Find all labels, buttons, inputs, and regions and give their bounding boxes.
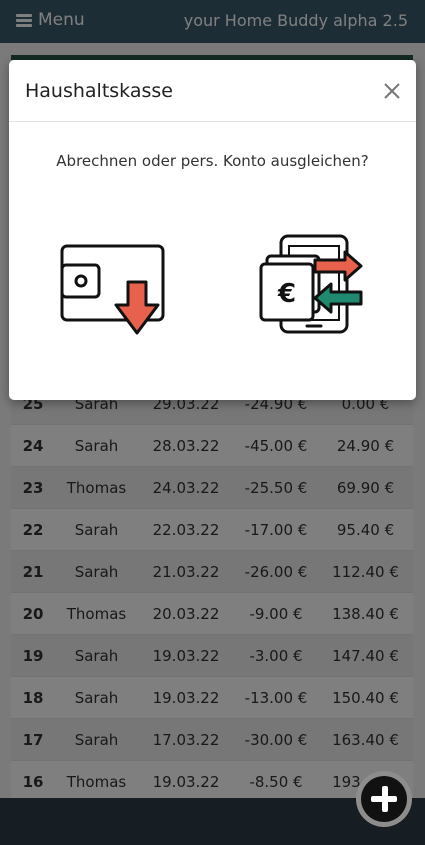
transfer-option-button[interactable]: € [259, 234, 367, 334]
svg-text:€: € [277, 279, 296, 309]
modal-header: Haushaltskasse [9, 60, 416, 122]
settle-option-button[interactable] [59, 243, 169, 337]
wallet-settle-icon [60, 244, 165, 335]
modal-title: Haushaltskasse [25, 80, 173, 102]
modal-dialog: Haushaltskasse Abrechnen oder pers. Kont… [9, 60, 416, 400]
close-icon[interactable] [382, 81, 402, 101]
add-entry-button[interactable] [356, 771, 412, 827]
phone-transfer-icon: € [259, 234, 363, 334]
plus-circle-icon [361, 776, 407, 822]
modal-question: Abrechnen oder pers. Konto ausgleichen? [56, 152, 369, 170]
